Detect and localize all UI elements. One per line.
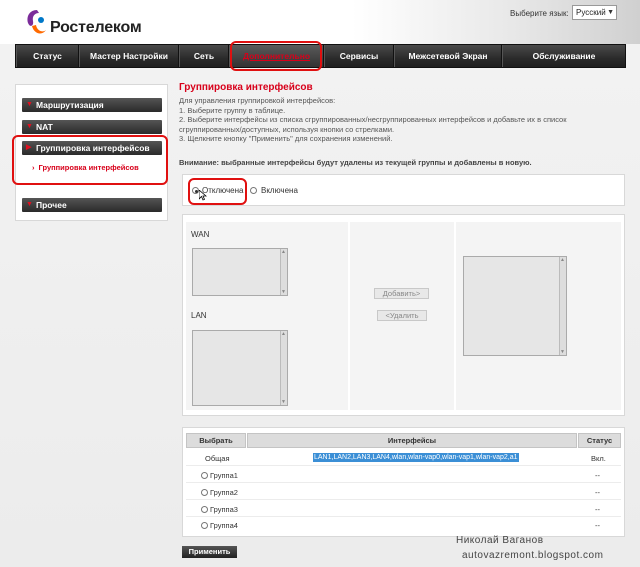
scrollbar[interactable]	[280, 331, 287, 405]
sidebar-item-label: Маршрутизация	[36, 100, 104, 110]
intro-line: 3. Щелкните кнопку "Применить" для сохра…	[179, 134, 393, 143]
row-divider	[186, 499, 621, 500]
sidebar-item-label: NAT	[36, 122, 53, 132]
chevron-down-icon: ▼	[607, 9, 614, 16]
intro-text: Для управления группировкой интерфейсов:…	[179, 96, 599, 144]
sidebar-highlight-box	[12, 135, 168, 185]
row-select-label: Группа4	[210, 521, 238, 530]
nav-status[interactable]: Статус	[16, 45, 79, 67]
chevron-down-icon: ▼	[26, 123, 33, 130]
chevron-down-icon: ▼	[26, 101, 33, 108]
intro-line: Для управления группировкой интерфейсов:	[179, 96, 336, 105]
row-select-label: Группа1	[210, 471, 238, 480]
lan-label: LAN	[191, 311, 207, 320]
mode-panel	[182, 174, 625, 206]
row-status: --	[595, 505, 600, 514]
row-status: --	[595, 471, 600, 480]
nav-highlight-box	[230, 41, 322, 71]
mode-on-label: Включена	[261, 186, 298, 195]
row-select-label: Группа2	[210, 488, 238, 497]
page-title: Группировка интерфейсов	[179, 82, 313, 93]
sidebar-item-label: Прочее	[36, 200, 67, 210]
intro-line: 1. Выберите группу в таблице.	[179, 105, 286, 115]
nav-services[interactable]: Сервисы	[324, 45, 394, 67]
sidebar-item-routing[interactable]: ▼ Маршрутизация	[22, 98, 162, 112]
col-header-select: Выбрать	[186, 433, 246, 448]
watermark-site: autovazremont.blogspot.com	[462, 550, 604, 561]
sidebar-item-other[interactable]: ▼ Прочее	[22, 198, 162, 212]
remove-button[interactable]: <Удалить	[377, 310, 427, 321]
group3-radio[interactable]	[201, 506, 208, 513]
apply-button[interactable]: Применить	[182, 546, 237, 558]
radio-highlight-box	[188, 178, 247, 205]
grouped-list[interactable]	[463, 256, 567, 356]
nav-network[interactable]: Сеть	[179, 45, 229, 67]
warning-text: Внимание: выбранные интерфейсы будут уда…	[179, 158, 532, 167]
header: Ростелеком Выберите язык: Русский ▼	[0, 0, 640, 44]
row-divider	[186, 516, 621, 517]
group1-radio[interactable]	[201, 472, 208, 479]
row-divider	[186, 482, 621, 483]
lan-list[interactable]	[192, 330, 288, 406]
nav-wizard[interactable]: Мастер Настройки	[79, 45, 179, 67]
scrollbar[interactable]	[280, 249, 287, 295]
mouse-cursor-icon	[199, 190, 207, 201]
rostelecom-logo[interactable]: Ростелеком	[24, 6, 142, 40]
wan-list[interactable]	[192, 248, 288, 296]
row-divider	[186, 465, 621, 466]
wan-label: WAN	[191, 230, 210, 239]
row-select-label: Группа3	[210, 505, 238, 514]
chevron-down-icon: ▼	[26, 201, 33, 208]
row-status: Вкл.	[591, 454, 606, 463]
row-status: --	[595, 488, 600, 497]
col-header-status: Статус	[578, 433, 621, 448]
nav-firewall[interactable]: Межсетевой Экран	[394, 45, 502, 67]
watermark-name: Николай Ваганов	[456, 535, 544, 546]
sidebar-item-nat[interactable]: ▼ NAT	[22, 120, 162, 134]
language-label: Выберите язык:	[510, 9, 569, 18]
mode-on-radio[interactable]	[250, 187, 257, 194]
group4-radio[interactable]	[201, 522, 208, 529]
brand-name: Ростелеком	[50, 19, 142, 36]
row-select-label: Общая	[205, 454, 230, 463]
language-value: Русский	[576, 8, 606, 17]
group2-radio[interactable]	[201, 489, 208, 496]
nav-maintenance[interactable]: Обслуживание	[502, 45, 625, 67]
language-select[interactable]: Русский ▼	[572, 5, 617, 20]
add-button[interactable]: Добавить>	[374, 288, 429, 299]
scrollbar[interactable]	[559, 257, 566, 355]
col-header-interfaces: Интерфейсы	[247, 433, 577, 448]
row-interfaces-selected[interactable]: LAN1,LAN2,LAN3,LAN4,wlan,wlan-vap0,wlan-…	[313, 453, 519, 462]
row-status: --	[595, 521, 600, 530]
intro-line: сгруппированных/доступных, используя кно…	[179, 124, 395, 134]
intro-line: 2. Выберите интерфейсы из списка сгруппи…	[179, 115, 567, 124]
